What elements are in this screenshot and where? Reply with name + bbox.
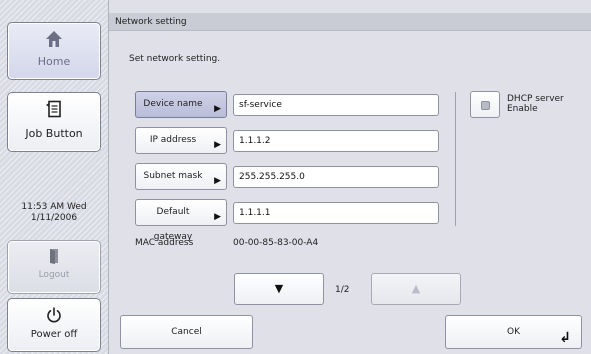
instruction-text: Set network setting. xyxy=(129,54,221,64)
page-up-button[interactable]: ▲ xyxy=(371,273,461,305)
subnet-mask-label: Subnet mask xyxy=(143,171,203,181)
clock-date: 1/11/2006 xyxy=(30,213,78,223)
dhcp-toggle-button[interactable] xyxy=(470,91,500,118)
triangle-up-icon: ▲ xyxy=(411,282,421,295)
triangle-right-icon: ▶ xyxy=(214,140,221,150)
default-gateway-button[interactable]: Default gateway ▶ xyxy=(135,199,227,242)
ok-button[interactable]: OK ↲ xyxy=(445,315,582,349)
dhcp-label: DHCP server Enable xyxy=(507,94,564,114)
ip-address-input[interactable]: 1.1.1.2 xyxy=(233,130,439,152)
dhcp-label-line1: DHCP server xyxy=(507,94,564,104)
network-setting-screen: Home Job Button 11:53 AM Wed 1/11/2006 L… xyxy=(0,0,591,354)
mac-address-label: MAC address xyxy=(135,238,194,248)
vertical-divider xyxy=(455,92,456,226)
ip-address-label: IP address xyxy=(149,135,197,145)
logout-door-icon xyxy=(50,249,58,264)
window-title: Network setting xyxy=(109,13,591,31)
clock-time: 11:53 AM Wed xyxy=(21,202,87,212)
ok-label: OK xyxy=(507,327,520,337)
power-off-button[interactable]: Power off xyxy=(7,298,101,352)
clock: 11:53 AM Wed 1/11/2006 xyxy=(0,202,108,224)
power-label: Power off xyxy=(30,329,78,340)
enter-icon: ↲ xyxy=(559,330,571,346)
page-down-button[interactable]: ▼ xyxy=(234,273,324,305)
device-name-button[interactable]: Device name ▶ xyxy=(135,91,227,118)
power-icon xyxy=(47,307,61,323)
main-panel: Network setting Set network setting. Dev… xyxy=(109,0,591,354)
triangle-right-icon: ▶ xyxy=(214,104,221,114)
mac-address-value: 00-00-85-83-00-A4 xyxy=(233,238,319,248)
cancel-label: Cancel xyxy=(171,327,202,337)
home-icon xyxy=(46,31,62,47)
triangle-down-icon: ▼ xyxy=(274,282,284,295)
logout-label: Logout xyxy=(38,270,70,280)
default-gateway-input[interactable]: 1.1.1.1 xyxy=(233,202,439,224)
job-button[interactable]: Job Button xyxy=(7,92,101,152)
triangle-right-icon: ▶ xyxy=(214,176,221,186)
home-label: Home xyxy=(37,55,71,68)
device-name-input[interactable]: sf-service xyxy=(233,94,439,116)
subnet-mask-button[interactable]: Subnet mask ▶ xyxy=(135,163,227,190)
ip-address-button[interactable]: IP address ▶ xyxy=(135,127,227,154)
device-name-label: Device name xyxy=(143,99,203,109)
home-button[interactable]: Home xyxy=(7,22,101,80)
cancel-button[interactable]: Cancel xyxy=(120,315,253,349)
logout-button[interactable]: Logout xyxy=(7,240,101,294)
sidebar: Home Job Button 11:53 AM Wed 1/11/2006 L… xyxy=(0,0,109,354)
job-label: Job Button xyxy=(25,127,83,140)
triangle-right-icon: ▶ xyxy=(214,212,221,222)
subnet-mask-input[interactable]: 255.255.255.0 xyxy=(233,166,439,188)
page-indicator: 1/2 xyxy=(335,285,350,295)
job-document-icon xyxy=(46,100,61,118)
dhcp-label-line2: Enable xyxy=(507,104,538,114)
dhcp-indicator-icon xyxy=(481,101,490,110)
